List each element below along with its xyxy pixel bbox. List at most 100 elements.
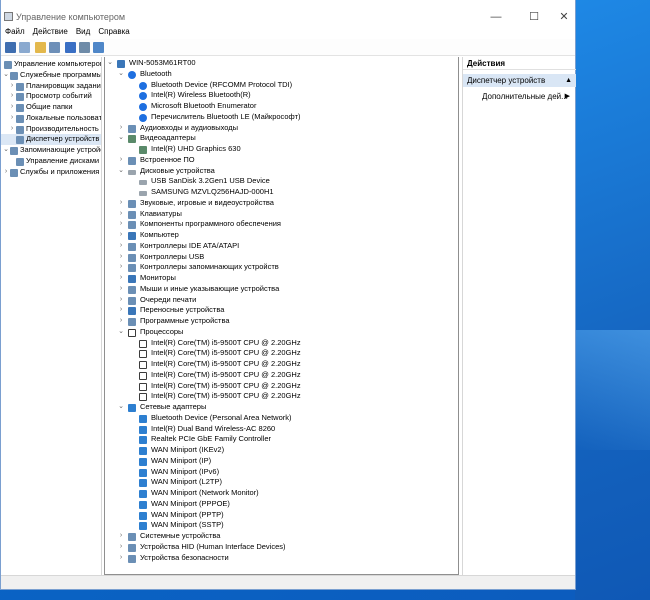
expander-icon[interactable]: ⌄ <box>2 145 10 156</box>
device-tree-item[interactable]: USB SanDisk 3.2Gen1 USB Device <box>105 176 458 187</box>
device-tree-item[interactable]: ⌄ WIN-5053M61RT00 <box>105 58 458 69</box>
device-tree-item[interactable]: WAN Miniport (L2TP) <box>105 477 458 488</box>
expander-icon[interactable]: › <box>8 81 16 92</box>
device-tree-item[interactable]: › Очереди печати <box>105 295 458 306</box>
menu-help[interactable]: Справка <box>94 25 133 39</box>
device-tree-item[interactable]: › Аудиовходы и аудиовыходы <box>105 123 458 134</box>
expander-icon[interactable]: › <box>117 262 125 273</box>
device-tree-item[interactable]: Intel(R) Core(TM) i5-9500T CPU @ 2.20GHz <box>105 359 458 370</box>
console-tree-item[interactable]: Диспетчер устройств <box>1 134 101 145</box>
device-tree-item[interactable]: Bluetooth Device (RFCOMM Protocol TDI) <box>105 80 458 91</box>
device-tree-item[interactable]: WAN Miniport (IPv6) <box>105 467 458 478</box>
device-tree-item[interactable]: ⌄ Bluetooth <box>105 69 458 80</box>
device-tree-item[interactable]: › Устройства безопасности <box>105 553 458 564</box>
properties-icon[interactable] <box>79 42 90 53</box>
horizontal-scrollbar[interactable] <box>1 575 575 589</box>
expander-icon[interactable]: › <box>117 198 125 209</box>
collapse-up-icon[interactable]: ▲ <box>565 74 572 87</box>
device-tree-item[interactable]: ⌄ Сетевые адаптеры <box>105 402 458 413</box>
expander-icon[interactable]: › <box>2 167 10 178</box>
expander-icon[interactable]: › <box>117 123 125 134</box>
expander-icon[interactable]: › <box>8 124 16 135</box>
device-tree-item[interactable]: ⌄ Дисковые устройства <box>105 166 458 177</box>
expander-icon[interactable]: › <box>117 316 125 327</box>
expander-icon[interactable]: ⌄ <box>117 133 125 144</box>
device-tree-item[interactable]: › Системные устройства <box>105 531 458 542</box>
device-tree-item[interactable]: › Контроллеры запоминающих устройств <box>105 262 458 273</box>
device-tree-item[interactable]: Bluetooth Device (Personal Area Network) <box>105 413 458 424</box>
device-tree-item[interactable]: WAN Miniport (IP) <box>105 456 458 467</box>
console-tree-pane[interactable]: Управление компьютером (л ⌄ Служебные прог… <box>1 57 102 575</box>
device-tree-item[interactable]: WAN Miniport (Network Monitor) <box>105 488 458 499</box>
device-tree-item[interactable]: › Программные устройства <box>105 316 458 327</box>
console-tree-item[interactable]: › Локальные пользовате <box>1 113 101 124</box>
device-tree-item[interactable]: › Переносные устройства <box>105 305 458 316</box>
device-tree-item[interactable]: Intel(R) Wireless Bluetooth(R) <box>105 90 458 101</box>
console-tree-item[interactable]: Управление компьютером (л <box>1 59 101 70</box>
device-tree-item[interactable]: › Компоненты программного обеспечения <box>105 219 458 230</box>
menu-view[interactable]: Вид <box>72 25 94 39</box>
device-tree-item[interactable]: Intel(R) Dual Band Wireless-AC 8260 <box>105 424 458 435</box>
console-tree-item[interactable]: Управление дисками <box>1 156 101 167</box>
expander-icon[interactable]: › <box>117 252 125 263</box>
device-tree-item[interactable]: Intel(R) Core(TM) i5-9500T CPU @ 2.20GHz <box>105 338 458 349</box>
device-tree-item[interactable]: Intel(R) Core(TM) i5-9500T CPU @ 2.20GHz <box>105 381 458 392</box>
device-tree-item[interactable]: WAN Miniport (PPPOE) <box>105 499 458 510</box>
expander-icon[interactable]: › <box>117 284 125 295</box>
device-tree-item[interactable]: › Клавиатуры <box>105 209 458 220</box>
expander-icon[interactable]: › <box>117 305 125 316</box>
console-tree-item[interactable]: › Планировщик заданий <box>1 81 101 92</box>
expander-icon[interactable]: › <box>117 209 125 220</box>
device-tree-item[interactable]: › Встроенное ПО <box>105 155 458 166</box>
console-tree-item[interactable]: ⌄ Запоминающие устройст <box>1 145 101 156</box>
device-tree-item[interactable]: Intel(R) UHD Graphics 630 <box>105 144 458 155</box>
help-icon[interactable] <box>65 42 76 53</box>
expander-icon[interactable]: › <box>117 273 125 284</box>
device-tree-item[interactable]: › Контроллеры IDE ATA/ATAPI <box>105 241 458 252</box>
maximize-button[interactable]: ☐ <box>521 8 547 26</box>
up-folder-icon[interactable] <box>35 42 46 53</box>
device-tree-item[interactable]: Realtek PCIe GbE Family Controller <box>105 434 458 445</box>
expander-icon[interactable]: › <box>8 102 16 113</box>
console-tree-item[interactable]: › Просмотр событий <box>1 91 101 102</box>
expander-icon[interactable]: › <box>117 531 125 542</box>
device-tree-item[interactable]: ⌄ Процессоры <box>105 327 458 338</box>
monitor-icon[interactable] <box>93 42 104 53</box>
expander-icon[interactable]: › <box>117 155 125 166</box>
expander-icon[interactable]: › <box>117 219 125 230</box>
more-actions-item[interactable]: Дополнительные дей... ▶ <box>463 90 576 103</box>
expander-icon[interactable]: ⌄ <box>117 402 125 413</box>
menu-file[interactable]: Файл <box>1 25 29 39</box>
console-tree-item[interactable]: › Общие папки <box>1 102 101 113</box>
console-tree-item[interactable]: › Производительность <box>1 124 101 135</box>
back-arrow-icon[interactable] <box>5 42 16 53</box>
device-tree-item[interactable]: › Звуковые, игровые и видеоустройства <box>105 198 458 209</box>
device-tree-item[interactable]: › Устройства HID (Human Interface Devices… <box>105 542 458 553</box>
expander-icon[interactable]: ⌄ <box>106 58 114 69</box>
expander-icon[interactable]: › <box>8 91 16 102</box>
device-tree-item[interactable]: SAMSUNG MZVLQ256HAJD-000H1 <box>105 187 458 198</box>
device-tree-item[interactable]: WAN Miniport (IKEv2) <box>105 445 458 456</box>
expander-icon[interactable]: › <box>8 113 16 124</box>
device-tree-item[interactable]: WAN Miniport (PPTP) <box>105 510 458 521</box>
device-tree-item[interactable]: Intel(R) Core(TM) i5-9500T CPU @ 2.20GHz <box>105 370 458 381</box>
actions-section-device-manager[interactable]: Диспетчер устройств ▲ <box>463 74 576 87</box>
show-hide-tree-icon[interactable] <box>49 42 60 53</box>
expander-icon[interactable]: › <box>117 553 125 564</box>
device-tree-item[interactable]: Перечислитель Bluetooth LE (Майкрософт) <box>105 112 458 123</box>
expander-icon[interactable]: ⌄ <box>117 166 125 177</box>
device-tree-item[interactable]: › Мыши и иные указывающие устройства <box>105 284 458 295</box>
close-button[interactable]: ✕ <box>551 8 577 26</box>
minimize-button[interactable]: — <box>483 8 509 26</box>
device-tree-item[interactable]: WAN Miniport (SSTP) <box>105 520 458 531</box>
forward-arrow-icon[interactable] <box>19 42 30 53</box>
expander-icon[interactable]: › <box>117 241 125 252</box>
device-tree-item[interactable]: › Мониторы <box>105 273 458 284</box>
device-tree-item[interactable]: › Компьютер <box>105 230 458 241</box>
device-tree-item[interactable]: ⌄ Видеоадаптеры <box>105 133 458 144</box>
device-tree-pane[interactable]: ⌄ WIN-5053M61RT00 ⌄ Bluetooth Bluetooth Devi… <box>104 57 459 575</box>
expander-icon[interactable]: ⌄ <box>2 70 10 81</box>
console-tree-item[interactable]: ⌄ Служебные программы <box>1 70 101 81</box>
device-tree-item[interactable]: › Контроллеры USB <box>105 252 458 263</box>
device-tree-item[interactable]: Intel(R) Core(TM) i5-9500T CPU @ 2.20GHz <box>105 391 458 402</box>
